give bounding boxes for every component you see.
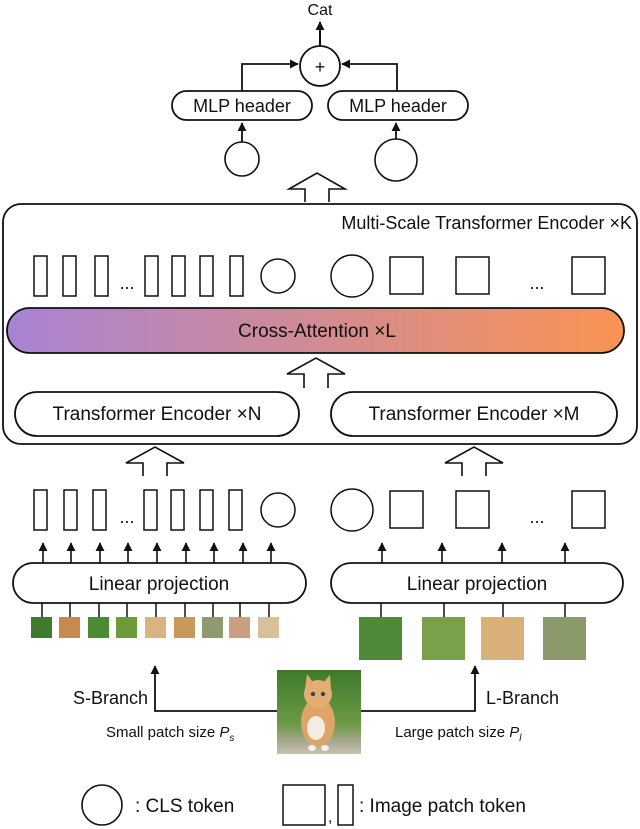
patch-token-small <box>228 489 243 531</box>
small-image-patch <box>88 617 109 638</box>
small-image-patch <box>202 617 223 638</box>
patch-token-small <box>170 489 185 531</box>
patch-token-small <box>33 255 48 297</box>
patch-token-small <box>229 255 244 297</box>
patch-token-large <box>455 256 490 295</box>
small-patch-size-label: Small patch size Ps <box>106 724 234 744</box>
small-image-patch <box>258 617 279 638</box>
ellipsis: ... <box>529 273 544 293</box>
sum-node: + <box>299 45 341 87</box>
small-image-patch <box>145 617 166 638</box>
l-branch-label: L-Branch <box>486 688 559 708</box>
legend-patch-label: : Image patch token <box>359 796 526 817</box>
large-image-patch <box>422 617 465 660</box>
cls-token <box>260 258 296 294</box>
small-image-patch <box>31 617 52 638</box>
patch-token-small <box>92 489 107 531</box>
patch-token-small <box>63 489 78 531</box>
cls-token-right-output <box>374 138 418 182</box>
svg-text:Linear projection: Linear projection <box>89 574 229 595</box>
legend-cls-icon <box>81 784 123 826</box>
output-label: Cat <box>308 2 333 19</box>
transformer-encoder-s: Transformer Encoder ×N <box>14 391 300 437</box>
small-image-patch <box>229 617 250 638</box>
mlp-header-left: MLP header <box>171 90 313 121</box>
patch-token-small <box>199 255 214 297</box>
cls-token-left-output <box>224 141 260 177</box>
cls-token <box>330 254 374 298</box>
image-patches <box>31 603 586 660</box>
s-branch-arrow <box>150 665 277 712</box>
embedded-token-row: ...... <box>33 488 606 563</box>
patch-token-small <box>62 255 77 297</box>
svg-text:MLP header: MLP header <box>193 96 291 116</box>
svg-text:Transformer Encoder ×N: Transformer Encoder ×N <box>53 404 262 425</box>
large-image-patch <box>359 617 402 660</box>
patch-token-small <box>33 489 48 531</box>
patch-token-small <box>171 255 186 297</box>
linear-projection-l: Linear projection <box>330 562 624 604</box>
multiscale-encoder-label: Multi-Scale Transformer Encoder ×K <box>341 213 632 233</box>
cls-token <box>260 492 296 528</box>
ellipsis: ... <box>119 273 134 293</box>
l-branch-arrow <box>361 665 480 712</box>
small-image-patch <box>116 617 137 638</box>
ellipsis: ... <box>529 507 544 527</box>
svg-text:MLP header: MLP header <box>349 96 447 116</box>
ellipsis: ... <box>119 507 134 527</box>
legend-separator: , <box>328 809 332 826</box>
patch-token-small <box>94 255 109 297</box>
svg-text:Cross-Attention ×L: Cross-Attention ×L <box>238 321 396 342</box>
svg-text:Transformer Encoder ×M: Transformer Encoder ×M <box>368 404 579 425</box>
large-image-patch <box>481 617 524 660</box>
small-image-patch <box>59 617 80 638</box>
legend-rect-patch-icon <box>337 784 354 826</box>
patch-token-large <box>389 256 424 295</box>
patch-token-small <box>199 489 214 531</box>
sum-symbol: + <box>315 57 326 77</box>
legend-cls-label: : CLS token <box>135 796 234 817</box>
patch-token-small <box>144 255 159 297</box>
input-cat-image <box>277 670 361 754</box>
small-image-patch <box>174 617 195 638</box>
cls-token <box>330 488 374 532</box>
legend-square-patch-icon <box>282 784 326 826</box>
block-arrow-s-branch <box>125 446 185 476</box>
architecture-diagram: Cat + MLP header MLP header Multi-Scale … <box>2 2 638 826</box>
s-branch-label: S-Branch <box>73 688 148 708</box>
svg-text:Linear projection: Linear projection <box>407 574 547 595</box>
large-patch-size-label: Large patch size Pl <box>395 724 522 744</box>
linear-projection-s: Linear projection <box>12 562 307 604</box>
mlp-header-right: MLP header <box>327 90 469 121</box>
block-arrow-top <box>285 172 349 202</box>
cross-attention-block: Cross-Attention ×L <box>6 307 625 354</box>
patch-token-large <box>389 490 424 529</box>
right-head-arrow <box>341 59 398 92</box>
legend: : CLS token , : Image patch token <box>81 784 526 826</box>
block-arrow-l-branch <box>444 446 504 476</box>
large-image-patch <box>543 617 586 660</box>
patch-token-large <box>571 256 606 295</box>
left-head-arrow <box>241 59 299 92</box>
patch-token-large <box>571 490 606 529</box>
patch-token-large <box>455 490 490 529</box>
patch-token-small <box>143 489 158 531</box>
transformer-encoder-l: Transformer Encoder ×M <box>330 391 618 437</box>
